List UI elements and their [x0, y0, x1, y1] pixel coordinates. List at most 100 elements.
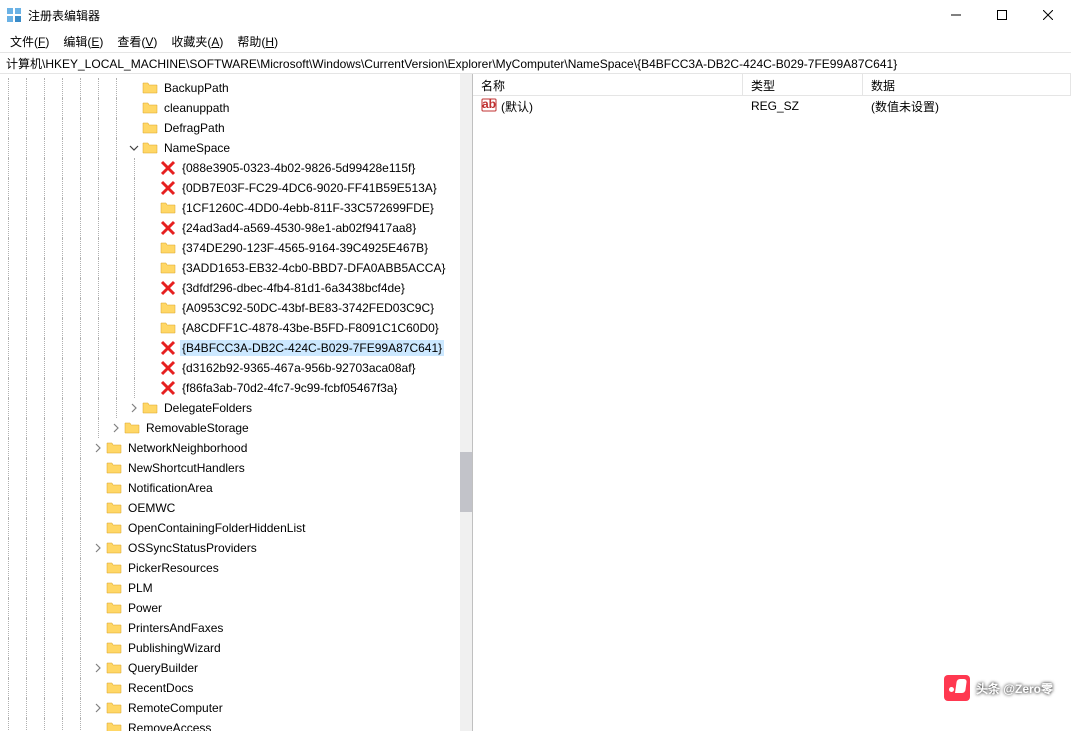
tree-node[interactable]: QueryBuilder	[0, 658, 472, 678]
expand-icon[interactable]	[90, 520, 106, 536]
expand-icon[interactable]	[144, 160, 160, 176]
expand-icon[interactable]	[144, 320, 160, 336]
tree-label: {A8CDFF1C-4878-43be-B5FD-F8091C1C60D0}	[180, 320, 441, 336]
menu-e[interactable]: 编辑(E)	[57, 31, 109, 52]
tree-node[interactable]: OpenContainingFolderHiddenList	[0, 518, 472, 538]
tree-node[interactable]: NameSpace	[0, 138, 472, 158]
tree-node[interactable]: RemoteComputer	[0, 698, 472, 718]
tree-node[interactable]: NetworkNeighborhood	[0, 438, 472, 458]
menu-h[interactable]: 帮助(H)	[231, 31, 284, 52]
maximize-button[interactable]	[979, 0, 1025, 30]
tree-node[interactable]: NotificationArea	[0, 478, 472, 498]
menu-v[interactable]: 查看(V)	[111, 31, 163, 52]
tree-node[interactable]: {0DB7E03F-FC29-4DC6-9020-FF41B59E513A}	[0, 178, 472, 198]
tree-label: RecentDocs	[126, 680, 195, 696]
col-name[interactable]: 名称	[473, 74, 743, 95]
tree-node[interactable]: PrintersAndFaxes	[0, 618, 472, 638]
x-icon	[160, 180, 176, 196]
tree-label: RemoteComputer	[126, 700, 225, 716]
tree-node[interactable]: {374DE290-123F-4565-9164-39C4925E467B}	[0, 238, 472, 258]
expand-icon[interactable]	[126, 400, 142, 416]
tree-node[interactable]: {d3162b92-9365-467a-956b-92703aca08af}	[0, 358, 472, 378]
menu-f[interactable]: 文件(F)	[4, 31, 55, 52]
tree-label: NameSpace	[162, 140, 232, 156]
expand-icon[interactable]	[90, 560, 106, 576]
tree-node[interactable]: cleanuppath	[0, 98, 472, 118]
expand-icon[interactable]	[144, 340, 160, 356]
tree-node[interactable]: {3dfdf296-dbec-4fb4-81d1-6a3438bcf4de}	[0, 278, 472, 298]
expand-icon[interactable]	[144, 360, 160, 376]
tree-node[interactable]: {24ad3ad4-a569-4530-98e1-ab02f9417aa8}	[0, 218, 472, 238]
tree-node[interactable]: {B4BFCC3A-DB2C-424C-B029-7FE99A87C641}	[0, 338, 472, 358]
folder-icon	[142, 100, 158, 116]
expand-icon[interactable]	[126, 120, 142, 136]
tree-node[interactable]: PLM	[0, 578, 472, 598]
tree-node[interactable]: PickerResources	[0, 558, 472, 578]
tree-node[interactable]: BackupPath	[0, 78, 472, 98]
folder-icon	[106, 580, 122, 596]
minimize-button[interactable]	[933, 0, 979, 30]
tree-node[interactable]: RemoveAccess	[0, 718, 472, 731]
tree-node[interactable]: DefragPath	[0, 118, 472, 138]
address-bar[interactable]: 计算机\HKEY_LOCAL_MACHINE\SOFTWARE\Microsof…	[0, 52, 1071, 74]
tree-node[interactable]: OEMWC	[0, 498, 472, 518]
tree-node[interactable]: NewShortcutHandlers	[0, 458, 472, 478]
tree-node[interactable]: OSSyncStatusProviders	[0, 538, 472, 558]
expand-icon[interactable]	[144, 280, 160, 296]
expand-icon[interactable]	[90, 500, 106, 516]
tree-node[interactable]: {f86fa3ab-70d2-4fc7-9c99-fcbf05467f3a}	[0, 378, 472, 398]
tree-label: cleanuppath	[162, 100, 231, 116]
expand-icon[interactable]	[144, 220, 160, 236]
tree-node[interactable]: RecentDocs	[0, 678, 472, 698]
expand-icon[interactable]	[90, 460, 106, 476]
expand-icon[interactable]	[90, 440, 106, 456]
expand-icon[interactable]	[90, 680, 106, 696]
tree-node[interactable]: {3ADD1653-EB32-4cb0-BBD7-DFA0ABB5ACCA}	[0, 258, 472, 278]
folder-icon	[160, 240, 176, 256]
expand-icon[interactable]	[90, 480, 106, 496]
tree-node[interactable]: PublishingWizard	[0, 638, 472, 658]
tree-label: {B4BFCC3A-DB2C-424C-B029-7FE99A87C641}	[180, 340, 444, 356]
tree-node[interactable]: {A0953C92-50DC-43bf-BE83-3742FED03C9C}	[0, 298, 472, 318]
menu-a[interactable]: 收藏夹(A)	[165, 31, 229, 52]
value-data: (数值未设置)	[863, 98, 1071, 115]
tree-label: {1CF1260C-4DD0-4ebb-811F-33C572699FDE}	[180, 200, 436, 216]
expand-icon[interactable]	[144, 240, 160, 256]
x-icon	[160, 380, 176, 396]
expand-icon[interactable]	[144, 200, 160, 216]
tree-label: {3dfdf296-dbec-4fb4-81d1-6a3438bcf4de}	[180, 280, 407, 296]
expand-icon[interactable]	[90, 540, 106, 556]
expand-icon[interactable]	[90, 660, 106, 676]
expand-icon[interactable]	[90, 580, 106, 596]
expand-icon[interactable]	[108, 420, 124, 436]
tree-node[interactable]: {A8CDFF1C-4878-43be-B5FD-F8091C1C60D0}	[0, 318, 472, 338]
expand-icon[interactable]	[90, 720, 106, 731]
expand-icon[interactable]	[90, 700, 106, 716]
tree-scrollbar[interactable]	[460, 74, 472, 731]
expand-icon[interactable]	[126, 100, 142, 116]
expand-icon[interactable]	[144, 300, 160, 316]
tree-pane[interactable]: BackupPath cleanuppath DefragPath NameSpace…	[0, 74, 473, 731]
scrollbar-thumb[interactable]	[460, 452, 472, 512]
menu-bar: 文件(F)编辑(E)查看(V)收藏夹(A)帮助(H)	[0, 30, 1071, 52]
values-pane[interactable]: 名称 类型 数据 ab(默认)REG_SZ(数值未设置)	[473, 74, 1071, 731]
expand-icon[interactable]	[144, 180, 160, 196]
expand-icon[interactable]	[90, 640, 106, 656]
tree-node[interactable]: Power	[0, 598, 472, 618]
expand-icon[interactable]	[144, 260, 160, 276]
expand-icon[interactable]	[90, 600, 106, 616]
expand-icon[interactable]	[126, 80, 142, 96]
tree-node[interactable]: {1CF1260C-4DD0-4ebb-811F-33C572699FDE}	[0, 198, 472, 218]
expand-icon[interactable]	[90, 620, 106, 636]
expand-icon[interactable]	[126, 140, 142, 156]
expand-icon[interactable]	[144, 380, 160, 396]
tree-node[interactable]: {088e3905-0323-4b02-9826-5d99428e115f}	[0, 158, 472, 178]
tree-node[interactable]: RemovableStorage	[0, 418, 472, 438]
tree-label: {f86fa3ab-70d2-4fc7-9c99-fcbf05467f3a}	[180, 380, 400, 396]
tree-label: RemoveAccess	[126, 720, 213, 731]
col-type[interactable]: 类型	[743, 74, 863, 95]
value-row[interactable]: ab(默认)REG_SZ(数值未设置)	[473, 96, 1071, 116]
col-data[interactable]: 数据	[863, 74, 1071, 95]
close-button[interactable]	[1025, 0, 1071, 30]
tree-node[interactable]: DelegateFolders	[0, 398, 472, 418]
